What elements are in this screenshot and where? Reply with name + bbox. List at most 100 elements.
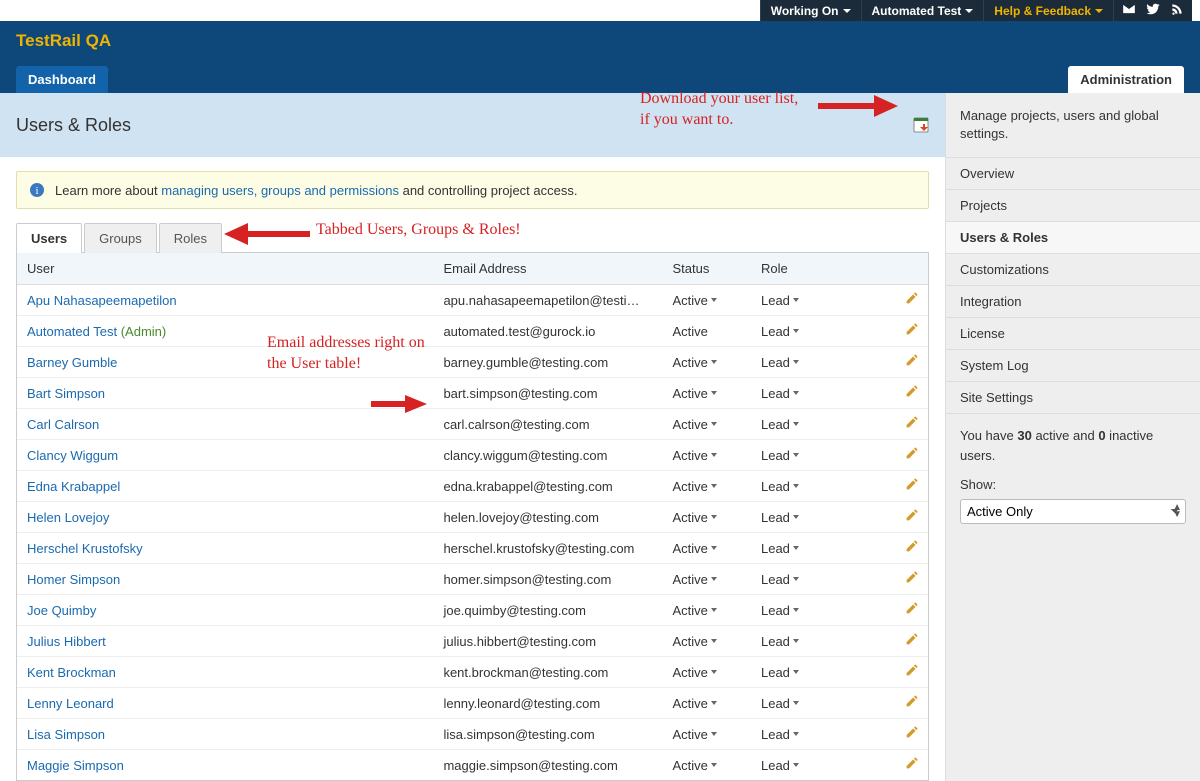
user-link[interactable]: Carl Calrson bbox=[27, 417, 99, 432]
sidenav-item[interactable]: Overview bbox=[946, 157, 1200, 190]
user-link[interactable]: Apu Nahasapeemapetilon bbox=[27, 293, 177, 308]
role-dropdown[interactable]: Lead bbox=[761, 572, 799, 587]
status-dropdown[interactable]: Active bbox=[673, 479, 717, 494]
sidenav-item[interactable]: Projects bbox=[946, 190, 1200, 222]
status-dropdown[interactable]: Active bbox=[673, 665, 717, 680]
status-dropdown[interactable]: Active bbox=[673, 293, 717, 308]
role-dropdown[interactable]: Lead bbox=[761, 448, 799, 463]
role-dropdown[interactable]: Lead bbox=[761, 417, 799, 432]
sidenav-item[interactable]: License bbox=[946, 318, 1200, 350]
info-link[interactable]: managing users, groups and permissions bbox=[161, 183, 399, 198]
email-cell: carl.calrson@testing.com bbox=[433, 409, 662, 440]
twitter-icon[interactable] bbox=[1146, 2, 1160, 19]
tab-dashboard[interactable]: Dashboard bbox=[16, 66, 108, 93]
status-dropdown[interactable]: Active bbox=[673, 510, 717, 525]
edit-icon[interactable] bbox=[905, 323, 918, 336]
user-link[interactable]: Homer Simpson bbox=[27, 572, 120, 587]
edit-icon[interactable] bbox=[905, 633, 918, 646]
role-dropdown[interactable]: Lead bbox=[761, 696, 799, 711]
mail-icon[interactable] bbox=[1122, 2, 1136, 19]
download-csv-icon[interactable] bbox=[913, 117, 929, 133]
status-dropdown[interactable]: Active bbox=[673, 634, 717, 649]
status-dropdown[interactable]: Active bbox=[673, 603, 717, 618]
role-dropdown[interactable]: Lead bbox=[761, 665, 799, 680]
main: i Learn more about managing users, group… bbox=[0, 157, 1200, 781]
table-row: Barney Gumblebarney.gumble@testing.comAc… bbox=[17, 347, 928, 378]
subtab-roles[interactable]: Roles bbox=[159, 223, 222, 253]
edit-icon[interactable] bbox=[905, 695, 918, 708]
role-dropdown[interactable]: Lead bbox=[761, 355, 799, 370]
user-link[interactable]: Kent Brockman bbox=[27, 665, 116, 680]
sidenav-item[interactable]: Site Settings bbox=[946, 382, 1200, 414]
sidebar: OverviewProjectsUsers & RolesCustomizati… bbox=[945, 157, 1200, 781]
user-link[interactable]: Joe Quimby bbox=[27, 603, 96, 618]
edit-icon[interactable] bbox=[905, 416, 918, 429]
user-link[interactable]: Barney Gumble bbox=[27, 355, 117, 370]
role-dropdown[interactable]: Lead bbox=[761, 758, 799, 773]
role-dropdown[interactable]: Lead bbox=[761, 386, 799, 401]
role-dropdown[interactable]: Lead bbox=[761, 603, 799, 618]
user-link[interactable]: Edna Krabappel bbox=[27, 479, 120, 494]
email-cell: clancy.wiggum@testing.com bbox=[433, 440, 662, 471]
status-dropdown[interactable]: Active bbox=[673, 448, 717, 463]
sidenav-item[interactable]: System Log bbox=[946, 350, 1200, 382]
role-dropdown[interactable]: Lead bbox=[761, 634, 799, 649]
filter-select[interactable]: Active Only bbox=[960, 499, 1186, 524]
caret-down-icon bbox=[793, 670, 799, 674]
status-dropdown[interactable]: Active bbox=[673, 355, 717, 370]
user-link[interactable]: Helen Lovejoy bbox=[27, 510, 109, 525]
status-dropdown[interactable]: Active bbox=[673, 572, 717, 587]
subtab-groups[interactable]: Groups bbox=[84, 223, 157, 253]
role-dropdown[interactable]: Lead bbox=[761, 510, 799, 525]
email-cell: bart.simpson@testing.com bbox=[433, 378, 662, 409]
working-on-menu[interactable]: Working On bbox=[760, 0, 861, 21]
table-row: Carl Calrson carl.calrson@testing.com Acti… bbox=[17, 409, 928, 440]
user-link[interactable]: Lisa Simpson bbox=[27, 727, 105, 742]
help-menu[interactable]: Help & Feedback bbox=[983, 0, 1113, 21]
edit-icon[interactable] bbox=[905, 478, 918, 491]
sidenav-item[interactable]: Users & Roles bbox=[946, 222, 1200, 254]
rss-icon[interactable] bbox=[1170, 2, 1184, 19]
edit-icon[interactable] bbox=[905, 726, 918, 739]
user-menu[interactable]: Automated Test bbox=[861, 0, 984, 21]
status-dropdown[interactable]: Active bbox=[673, 696, 717, 711]
edit-icon[interactable] bbox=[905, 757, 918, 770]
edit-icon[interactable] bbox=[905, 447, 918, 460]
status-dropdown[interactable]: Active bbox=[673, 758, 717, 773]
info-icon: i bbox=[29, 182, 45, 198]
caret-down-icon bbox=[711, 763, 717, 767]
status-dropdown[interactable]: Active bbox=[673, 541, 717, 556]
edit-icon[interactable] bbox=[905, 664, 918, 677]
edit-icon[interactable] bbox=[905, 540, 918, 553]
sidenav-item[interactable]: Customizations bbox=[946, 254, 1200, 286]
tab-administration[interactable]: Administration bbox=[1068, 66, 1184, 93]
email-cell: automated.test@gurock.io bbox=[433, 316, 662, 347]
edit-icon[interactable] bbox=[905, 292, 918, 305]
status-dropdown[interactable]: Active bbox=[673, 386, 717, 401]
status-dropdown[interactable]: Active bbox=[673, 417, 717, 432]
user-link[interactable]: Maggie Simpson bbox=[27, 758, 124, 773]
role-dropdown[interactable]: Lead bbox=[761, 479, 799, 494]
table-row: Kent Brockmankent.brockman@testing.comAc… bbox=[17, 657, 928, 688]
role-dropdown[interactable]: Lead bbox=[761, 727, 799, 742]
user-link[interactable]: Bart Simpson bbox=[27, 386, 105, 401]
edit-icon[interactable] bbox=[905, 571, 918, 584]
user-link[interactable]: Lenny Leonard bbox=[27, 696, 114, 711]
user-link[interactable]: Clancy Wiggum bbox=[27, 448, 118, 463]
status-dropdown[interactable]: Active bbox=[673, 727, 717, 742]
edit-icon[interactable] bbox=[905, 354, 918, 367]
sidenav-item[interactable]: Integration bbox=[946, 286, 1200, 318]
col-status: Status bbox=[663, 253, 751, 285]
edit-icon[interactable] bbox=[905, 509, 918, 522]
user-link[interactable]: Automated Test bbox=[27, 324, 117, 339]
role-dropdown[interactable]: Lead bbox=[761, 324, 799, 339]
role-dropdown[interactable]: Lead bbox=[761, 541, 799, 556]
edit-icon[interactable] bbox=[905, 385, 918, 398]
user-link[interactable]: Julius Hibbert bbox=[27, 634, 106, 649]
subtab-users[interactable]: Users bbox=[16, 223, 82, 253]
role-dropdown[interactable]: Lead bbox=[761, 293, 799, 308]
caret-down-icon bbox=[793, 732, 799, 736]
edit-icon[interactable] bbox=[905, 602, 918, 615]
user-link[interactable]: Herschel Krustofsky bbox=[27, 541, 143, 556]
top-icons bbox=[1113, 0, 1192, 21]
